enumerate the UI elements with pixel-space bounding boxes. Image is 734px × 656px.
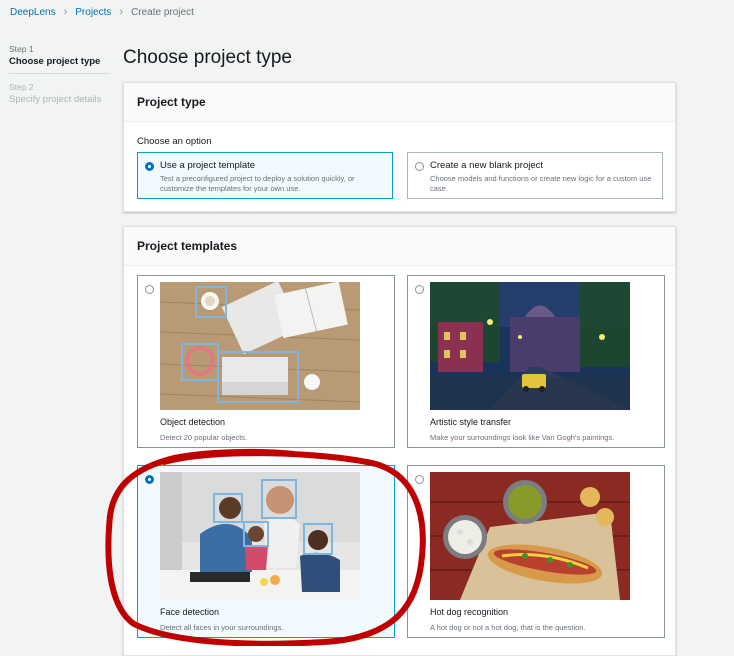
step-1: Step 1 Choose project type: [9, 44, 109, 67]
template-description: A hot dog or not a hot dog, that is the …: [430, 623, 586, 632]
step-number: Step 2: [9, 82, 34, 92]
page-title: Choose project type: [123, 47, 292, 68]
step-title: Specify project details: [9, 94, 102, 105]
radio-selected-icon[interactable]: [145, 475, 154, 484]
artistic-style-image: [430, 282, 630, 410]
template-title: Hot dog recognition: [430, 607, 509, 617]
step-title: Choose project type: [9, 56, 101, 67]
template-face-detection[interactable]: Face detection Detect all faces in your …: [137, 465, 395, 638]
blank-project-option[interactable]: Create a new blank project Choose models…: [407, 152, 663, 199]
use-template-option[interactable]: Use a project template Test a preconfigu…: [137, 152, 393, 199]
option-description: Test a preconfigured project to deploy a…: [160, 174, 355, 193]
template-title: Face detection: [160, 607, 220, 617]
breadcrumb: DeepLens › Projects › Create project: [10, 6, 194, 18]
step-number: Step 1: [9, 44, 34, 54]
breadcrumb-create-project: Create project: [131, 6, 194, 18]
chevron-right-icon: ›: [119, 6, 124, 18]
template-hot-dog-recognition[interactable]: Hot dog recognition A hot dog or not a h…: [407, 465, 665, 638]
chevron-right-icon: ›: [63, 6, 68, 18]
option-title: Create a new blank project: [430, 160, 544, 171]
wizard-steps: Step 1 Choose project type Step 2 Specif…: [9, 44, 109, 105]
template-description: Detect 20 popular objects.: [160, 433, 248, 442]
template-artistic-style-transfer[interactable]: Artistic style transfer Make your surrou…: [407, 275, 665, 448]
breadcrumb-projects[interactable]: Projects: [75, 7, 111, 18]
radio-icon[interactable]: [415, 162, 424, 171]
template-object-detection[interactable]: Object detection Detect 20 popular objec…: [137, 275, 395, 448]
template-title: Object detection: [160, 417, 226, 427]
radio-icon[interactable]: [415, 475, 424, 484]
face-detection-image: [160, 472, 360, 600]
hot-dog-image: [430, 472, 630, 600]
template-description: Make your surroundings look like Van Gog…: [430, 433, 615, 442]
template-description: Detect all faces in your surroundings.: [160, 623, 284, 632]
radio-icon[interactable]: [145, 285, 154, 294]
project-type-panel: Project type Choose an option Use a proj…: [123, 82, 676, 212]
project-templates-panel: Project templates Object detection Detec…: [123, 226, 676, 656]
breadcrumb-deeplens[interactable]: DeepLens: [10, 7, 56, 18]
radio-icon[interactable]: [415, 285, 424, 294]
choose-option-label: Choose an option: [137, 136, 212, 147]
panel-header: Project templates: [124, 227, 675, 266]
panel-header: Project type: [124, 83, 675, 122]
step-2: Step 2 Specify project details: [9, 82, 109, 105]
object-detection-image: [160, 282, 360, 410]
step-divider: [9, 73, 109, 74]
template-title: Artistic style transfer: [430, 417, 512, 427]
option-title: Use a project template: [160, 160, 256, 171]
option-description: Choose models and functions or create ne…: [430, 174, 652, 193]
radio-selected-icon[interactable]: [145, 162, 154, 171]
